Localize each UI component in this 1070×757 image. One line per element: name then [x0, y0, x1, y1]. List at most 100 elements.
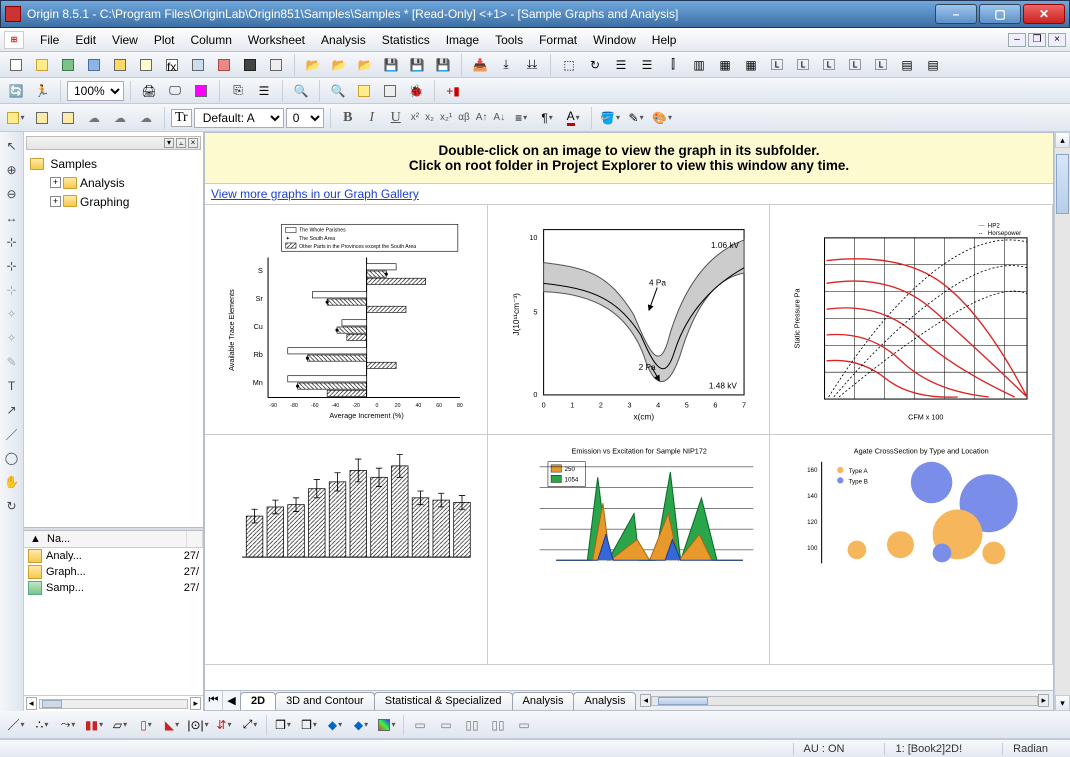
open-template-button[interactable]: 📂 — [327, 54, 351, 76]
fm-b-button[interactable] — [30, 107, 54, 129]
slide-show-button[interactable]: 🖵 — [163, 80, 187, 102]
line-tool[interactable]: ／ — [2, 424, 22, 444]
new-excel-button[interactable] — [56, 54, 80, 76]
run-button[interactable]: 🏃 — [30, 80, 54, 102]
pan-tool[interactable]: ✋ — [2, 472, 22, 492]
data-reader-tool[interactable]: ⊹ — [2, 256, 22, 276]
save-template-button[interactable]: 💾 — [405, 54, 429, 76]
column-plot-button[interactable]: ▮▮ — [82, 714, 106, 736]
menu-view[interactable]: View — [104, 31, 146, 49]
sheet-tab-1[interactable]: 3D and Contour — [275, 692, 375, 710]
content-hscroll-right[interactable]: ▸ — [1038, 694, 1049, 707]
zoom-in-tool[interactable]: ⊕ — [2, 160, 22, 180]
menu-worksheet[interactable]: Worksheet — [240, 31, 313, 49]
tree-root[interactable]: Samples +Analysis+Graphing — [26, 154, 201, 210]
fm-f-button[interactable]: ☁ — [134, 107, 158, 129]
text-tool[interactable]: T — [2, 376, 22, 396]
fm-d-button[interactable]: ☁ — [82, 107, 106, 129]
draw-data-tool[interactable]: ✎ — [2, 352, 22, 372]
merge-b-button[interactable]: ▭ — [434, 714, 458, 736]
new-legend-button[interactable]: ☰ — [252, 80, 276, 102]
arrow-tool[interactable]: ↗ — [2, 400, 22, 420]
mask-tool[interactable]: ✧ — [2, 304, 22, 324]
stock-plot-button[interactable]: |⊙| — [186, 714, 210, 736]
new-function-button[interactable]: fx — [160, 54, 184, 76]
menu-statistics[interactable]: Statistics — [374, 31, 438, 49]
layout-a-button[interactable]: ▦ — [713, 54, 737, 76]
sheet-tab-4[interactable]: Analysis — [573, 692, 636, 710]
maximize-button[interactable]: ▢ — [979, 4, 1021, 24]
graph-gallery-link[interactable]: View more graphs in our Graph Gallery — [205, 184, 1053, 204]
region-tool[interactable]: ✧ — [2, 328, 22, 348]
pe-col-size[interactable] — [187, 531, 203, 547]
supersub-button[interactable]: x₂¹ — [438, 112, 454, 123]
add-column-button[interactable]: +▮ — [441, 80, 465, 102]
data-selector-tool[interactable]: ⊹ — [2, 280, 22, 300]
new-image-button[interactable] — [186, 54, 210, 76]
thumb-column-error[interactable] — [205, 434, 488, 665]
close-button[interactable]: ✕ — [1023, 4, 1065, 24]
duplicate-button[interactable]: ⎘ — [226, 80, 250, 102]
menu-tools[interactable]: Tools — [487, 31, 531, 49]
menu-analysis[interactable]: Analysis — [313, 31, 374, 49]
zoom-out-tool[interactable]: ⊖ — [2, 184, 22, 204]
3d-wire-button[interactable]: ◆ — [349, 714, 373, 736]
line-color-button[interactable]: ✎ — [624, 107, 648, 129]
open-excel-button[interactable]: 📂 — [353, 54, 377, 76]
menu-column[interactable]: Column — [183, 31, 240, 49]
decrease-font-button[interactable]: A↓ — [491, 112, 507, 123]
pe-row[interactable]: Analy...27/ — [24, 548, 203, 564]
box-plot-button[interactable]: ▯ — [134, 714, 158, 736]
line-spacing-button[interactable]: ¶ — [535, 107, 559, 129]
pe-pin-toggle[interactable]: ⫠ — [176, 138, 186, 148]
tree-expand-graphing[interactable]: + — [50, 196, 61, 207]
pe-pin-button[interactable]: ▾ — [164, 138, 174, 148]
hscroll-left[interactable]: ◂ — [26, 697, 37, 710]
zoom-select[interactable]: 100% — [67, 81, 124, 101]
new-notes-button[interactable] — [212, 54, 236, 76]
layer-c-button[interactable]: 🄻 — [869, 54, 893, 76]
merge-cells-button[interactable]: ▥ — [687, 54, 711, 76]
content-hscroll-left[interactable]: ◂ — [640, 694, 651, 707]
3d-xyy-button[interactable]: ❒ — [271, 714, 295, 736]
pie-plot-button[interactable]: ◣ — [160, 714, 184, 736]
split-button[interactable]: ⫿ — [661, 54, 685, 76]
new-3d-button[interactable] — [264, 54, 288, 76]
save-button[interactable]: 💾 — [379, 54, 403, 76]
line-symbol-button[interactable]: ⤳ — [56, 714, 80, 736]
fill-color-button[interactable]: 🪣 — [598, 107, 622, 129]
area-plot-button[interactable]: ▱ — [108, 714, 132, 736]
menu-plot[interactable]: Plot — [146, 31, 183, 49]
open-button[interactable]: 📂 — [301, 54, 325, 76]
thumb-pressure-curves[interactable]: —HP2 --Horsepower Static Pressure Pa CFM… — [769, 204, 1053, 435]
merge-e-button[interactable]: ▭ — [512, 714, 536, 736]
fm-a-button[interactable] — [4, 107, 28, 129]
toolbox-a-button[interactable] — [352, 80, 376, 102]
fm-c-button[interactable] — [56, 107, 80, 129]
content-vscroll[interactable]: ▴ ▾ — [1054, 132, 1070, 711]
tree-expand-analysis[interactable]: + — [50, 177, 61, 188]
new-2d-button[interactable] — [238, 54, 262, 76]
content-hscroll-track[interactable] — [651, 696, 1038, 706]
hilo-plot-button[interactable]: ⇵ — [212, 714, 236, 736]
new-matrix-button[interactable] — [108, 54, 132, 76]
font-color-button[interactable]: A — [561, 107, 585, 129]
tree-item-graphing[interactable]: Graphing — [80, 194, 129, 208]
screen-reader-tool[interactable]: ⊹ — [2, 232, 22, 252]
pe-hscroll[interactable]: ◂ ▸ — [24, 695, 203, 711]
merge-a-button[interactable]: ▭ — [408, 714, 432, 736]
thumb-emission-excitation[interactable]: Emission vs Excitation for Sample NIP172… — [487, 434, 771, 665]
pe-row[interactable]: Samp...27/ — [24, 580, 203, 596]
new-workbook-button[interactable] — [30, 54, 54, 76]
toolbox-b-button[interactable] — [378, 80, 402, 102]
mdi-restore-button[interactable]: ❐ — [1028, 33, 1046, 47]
sheet-tab-0[interactable]: 2D — [240, 692, 276, 710]
pointer-tool[interactable]: ↖ — [2, 136, 22, 156]
scatter-plot-button[interactable]: ∴ — [30, 714, 54, 736]
superscript-button[interactable]: x² — [409, 112, 421, 123]
sheet-tab-2[interactable]: Statistical & Specialized — [374, 692, 513, 710]
tab-nav-first[interactable]: ⏮ — [205, 691, 223, 710]
greek-button[interactable]: αβ — [456, 112, 472, 123]
vector-plot-button[interactable]: ⤢ — [238, 714, 262, 736]
font-family-select[interactable]: Default: A — [194, 108, 284, 128]
